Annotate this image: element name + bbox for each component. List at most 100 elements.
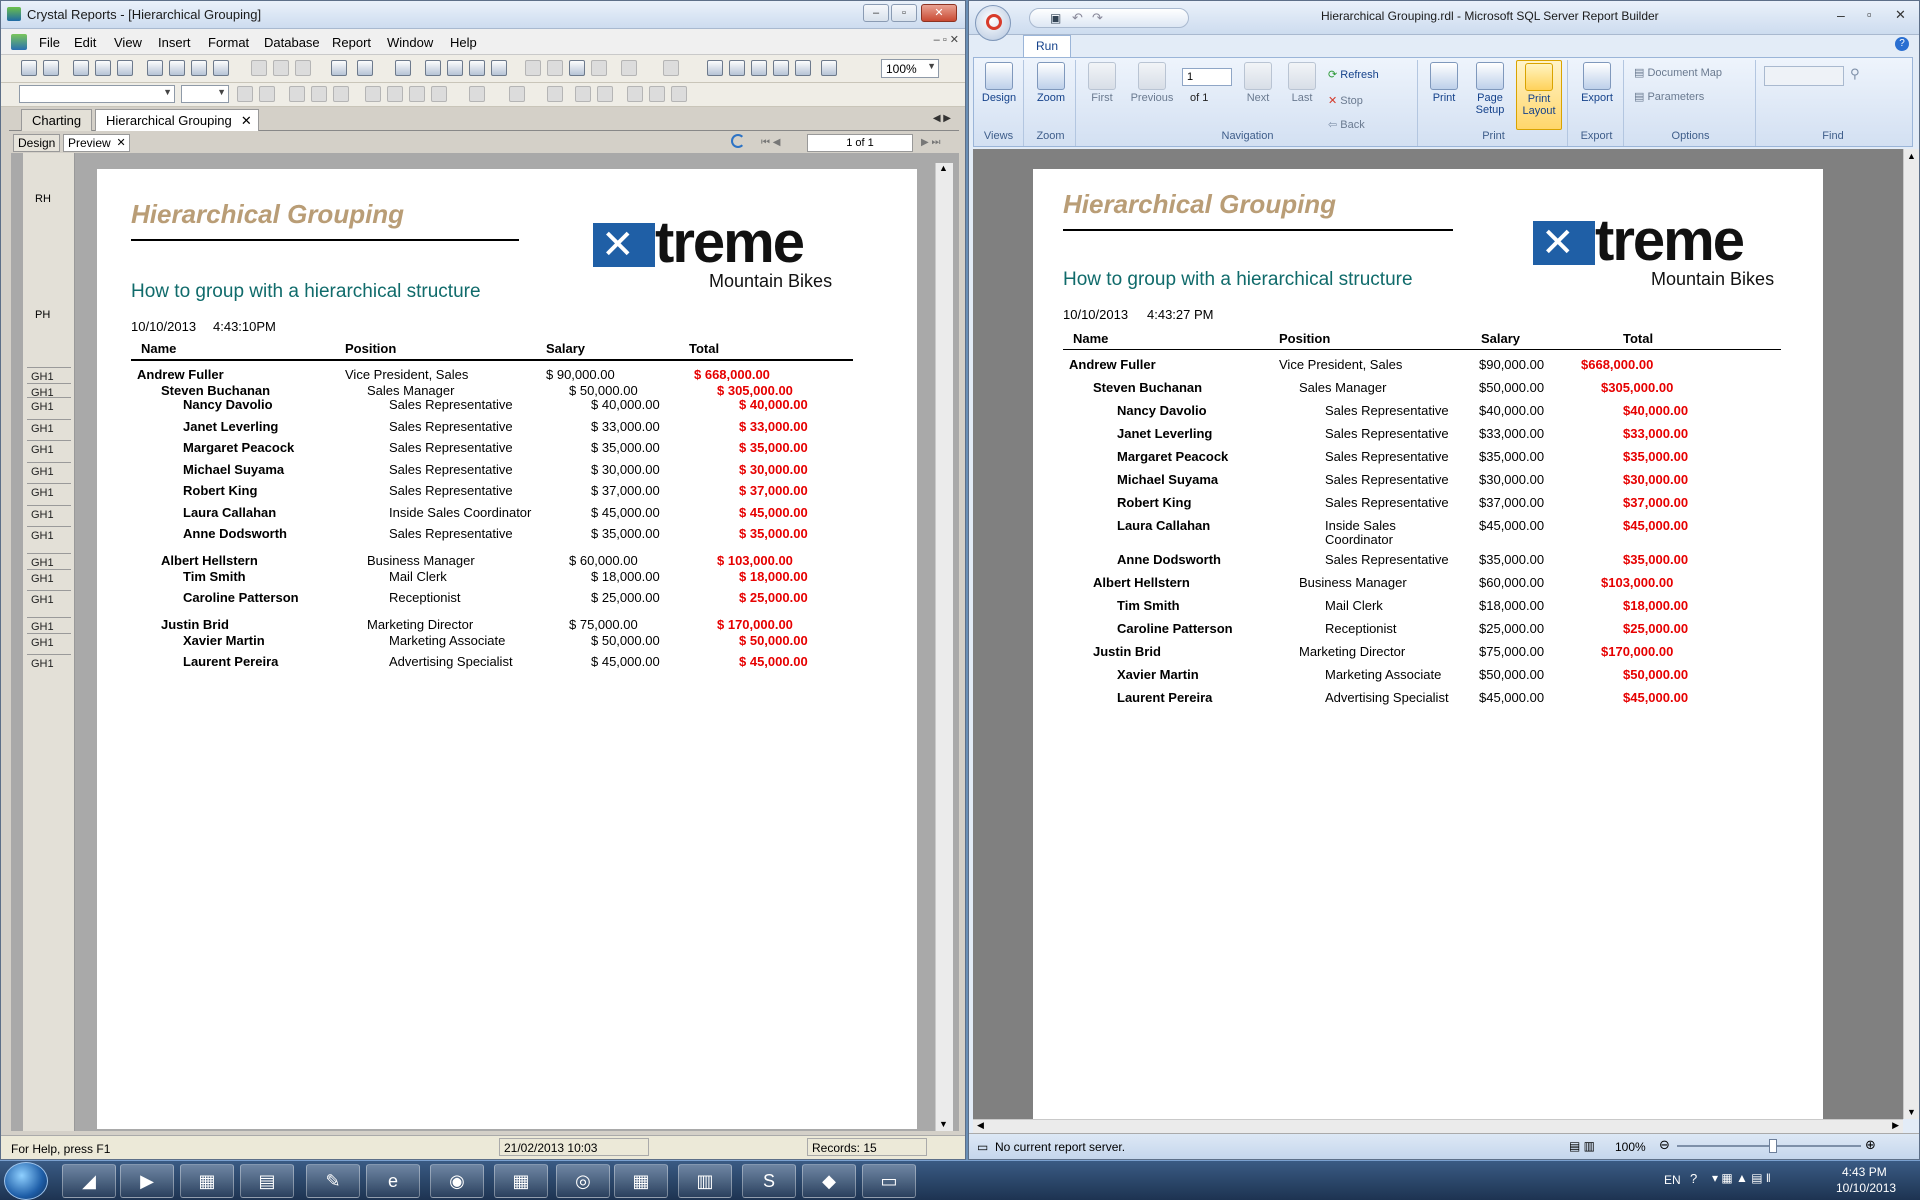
zoom-combo[interactable]: 100% ▼ <box>881 59 939 78</box>
close-button[interactable]: ✕ <box>921 4 957 22</box>
tab-charting[interactable]: Charting <box>21 109 93 131</box>
taskbar-report-builder-icon[interactable]: ▥ <box>678 1164 732 1198</box>
copy-icon[interactable] <box>547 60 563 76</box>
insert-olap-icon[interactable] <box>117 60 133 76</box>
ribbon-tab-run[interactable]: Run <box>1023 35 1072 57</box>
menu-view[interactable]: View <box>114 35 142 50</box>
sort-expert-icon[interactable] <box>191 60 207 76</box>
align-left-icon[interactable] <box>365 86 381 102</box>
taskbar-firefox-icon[interactable]: ◉ <box>430 1164 484 1198</box>
bold-icon[interactable] <box>289 86 305 102</box>
zoom-slider[interactable]: ⊖ ⊕ <box>1659 1137 1879 1153</box>
refresh-icon[interactable] <box>469 60 485 76</box>
taskbar-explorer-icon[interactable]: ▤ <box>240 1164 294 1198</box>
taskbar-crystal-icon[interactable]: ▦ <box>614 1164 668 1198</box>
tab-design[interactable]: Design <box>13 134 61 152</box>
refresh-button[interactable]: ⟳ Refresh <box>1328 68 1379 81</box>
refresh-data-icon[interactable] <box>731 134 749 150</box>
insert-map-icon[interactable] <box>95 60 111 76</box>
paste-icon[interactable] <box>569 60 585 76</box>
cross-tab-icon[interactable] <box>295 60 311 76</box>
close-tab-icon[interactable]: ✕ <box>241 113 252 129</box>
mdi-controls[interactable]: – ▫ ✕ <box>934 33 959 46</box>
rb-minimize-button[interactable]: – <box>1837 7 1845 23</box>
rb-vertical-scrollbar[interactable]: ▲ ▼ <box>1903 149 1919 1119</box>
menu-insert[interactable]: Insert <box>158 35 191 50</box>
print-button[interactable]: Print <box>1424 62 1464 104</box>
select-expert-icon[interactable] <box>147 60 163 76</box>
zoom-out-icon[interactable]: ⊖ <box>1659 1137 1670 1153</box>
scroll-down-icon[interactable]: ▼ <box>939 1119 948 1129</box>
minimize-button[interactable]: – <box>863 4 889 22</box>
rb-scroll-up-icon[interactable]: ▲ <box>1907 151 1916 161</box>
previous-button[interactable]: Previous <box>1126 62 1178 104</box>
find-icon[interactable]: ⚲ <box>1850 66 1860 82</box>
insert-chart-icon[interactable] <box>73 60 89 76</box>
save-icon[interactable] <box>395 60 411 76</box>
taskbar-report-icon[interactable]: ▦ <box>180 1164 234 1198</box>
taskbar-chrome-icon[interactable]: ◎ <box>556 1164 610 1198</box>
zoom-button[interactable]: Zoom <box>1030 62 1072 104</box>
redo-icon[interactable]: ↷ <box>1092 10 1103 26</box>
rb-scroll-right-icon[interactable]: ▶ <box>1892 1120 1899 1131</box>
export-button[interactable]: Export <box>1574 62 1620 104</box>
align-right-icon[interactable] <box>409 86 425 102</box>
tray-icons[interactable]: ▾ ▦ ▲ ▤ ‖ <box>1712 1171 1771 1185</box>
currency-icon[interactable] <box>627 86 643 102</box>
taskbar-ie-icon[interactable]: e <box>366 1164 420 1198</box>
menu-report[interactable]: Report <box>332 35 371 50</box>
format-painter-icon[interactable] <box>591 60 607 76</box>
percent-icon[interactable] <box>671 86 687 102</box>
rb-maximize-button[interactable]: ▫ <box>1867 7 1872 22</box>
subreport-icon[interactable] <box>273 60 289 76</box>
menu-window[interactable]: Window <box>387 35 433 50</box>
font-color-icon[interactable] <box>469 86 485 102</box>
group-icon[interactable] <box>251 60 267 76</box>
rb-scroll-down-icon[interactable]: ▼ <box>1907 1107 1916 1117</box>
workshop-icon[interactable] <box>773 60 789 76</box>
tray-help-icon[interactable]: ? <box>1690 1171 1697 1186</box>
close-preview-icon[interactable]: ✕ <box>116 136 125 149</box>
export-icon[interactable] <box>491 60 507 76</box>
justify-icon[interactable] <box>431 86 447 102</box>
grow-font-icon[interactable] <box>237 86 253 102</box>
document-map-button[interactable]: ▤ Document Map <box>1634 66 1722 79</box>
taskbar-skype-icon[interactable]: S <box>742 1164 796 1198</box>
last-button[interactable]: Last <box>1282 62 1322 104</box>
lock-format-icon[interactable] <box>575 86 591 102</box>
start-button[interactable] <box>4 1162 48 1200</box>
help-icon[interactable]: ? <box>1895 37 1909 51</box>
taskbar-pencil-icon[interactable]: ✎ <box>306 1164 360 1198</box>
tab-preview[interactable]: Preview ✕ <box>63 134 130 152</box>
redo-icon[interactable] <box>663 60 679 76</box>
rb-scroll-left-icon[interactable]: ◀ <box>977 1120 984 1131</box>
borders-icon[interactable] <box>509 86 525 102</box>
view-mode-icons[interactable]: ▤ ▥ <box>1569 1139 1595 1153</box>
dependency-icon[interactable] <box>795 60 811 76</box>
taskbar-media-player-icon[interactable]: ▶ <box>120 1164 174 1198</box>
rb-horizontal-scrollbar[interactable]: ◀ ▶ <box>973 1119 1903 1133</box>
zoom-in-icon[interactable]: ⊕ <box>1865 1137 1876 1153</box>
lock-size-icon[interactable] <box>597 86 613 102</box>
taskbar-app-2-icon[interactable]: ◆ <box>802 1164 856 1198</box>
office-button[interactable] <box>975 5 1011 41</box>
save-icon[interactable]: ▣ <box>1050 11 1061 25</box>
menu-edit[interactable]: Edit <box>74 35 96 50</box>
page-setup-button[interactable]: Page Setup <box>1468 62 1512 116</box>
print-icon[interactable] <box>425 60 441 76</box>
next-button[interactable]: Next <box>1238 62 1278 104</box>
insert-field-icon[interactable] <box>21 60 37 76</box>
font-name-combo[interactable]: ▼ <box>19 85 175 103</box>
undo-icon[interactable] <box>621 60 637 76</box>
design-button[interactable]: Design <box>978 62 1020 104</box>
taskbar-app-1-icon[interactable]: ◢ <box>62 1164 116 1198</box>
tab-scroll-arrows[interactable]: ◀ ▶ <box>933 113 951 124</box>
page-number-input[interactable]: 1 <box>1182 68 1232 86</box>
rb-close-button[interactable]: ✕ <box>1895 7 1906 23</box>
nav-next-last-icon[interactable]: ▶ ⏭ <box>921 137 940 148</box>
language-indicator[interactable]: EN <box>1664 1173 1681 1187</box>
suppress-icon[interactable] <box>547 86 563 102</box>
open-icon[interactable] <box>357 60 373 76</box>
print-preview-icon[interactable] <box>447 60 463 76</box>
find-input[interactable] <box>1764 66 1844 86</box>
